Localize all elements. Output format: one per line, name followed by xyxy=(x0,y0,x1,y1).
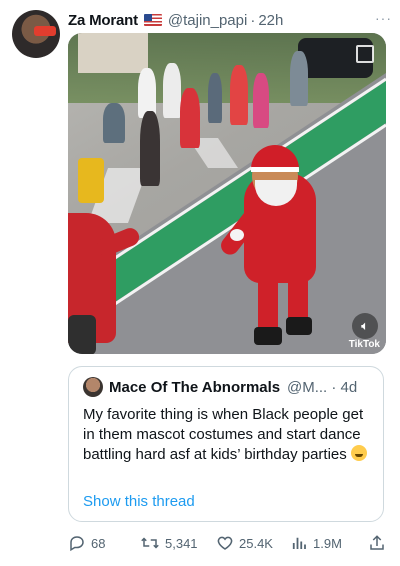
separator: · xyxy=(250,11,256,29)
quoted-tweet-text: My favorite thing is when Black people g… xyxy=(83,405,373,465)
spectator xyxy=(163,63,181,118)
spectator xyxy=(140,111,160,186)
quoted-author-avatar xyxy=(83,377,103,397)
like-count: 25.4K xyxy=(239,535,273,551)
spectator xyxy=(290,51,308,106)
santa-leg xyxy=(258,281,278,331)
us-flag-icon xyxy=(143,14,162,26)
views-icon xyxy=(292,537,306,549)
expand-icon[interactable] xyxy=(356,45,374,63)
quoted-handle-time: @M... · 4d xyxy=(287,379,358,396)
retweet-count: 5,341 xyxy=(165,535,198,551)
author-handle[interactable]: @tajin_papi xyxy=(168,12,247,29)
tiktok-watermark: TikTok xyxy=(348,339,380,350)
santa-glove xyxy=(230,229,244,241)
volume-icon[interactable]: 🔈︎ xyxy=(352,313,378,339)
like-button[interactable]: 25.4K xyxy=(216,532,273,554)
view-count: 1.9M xyxy=(313,535,342,551)
share-icon xyxy=(370,535,384,550)
reply-count: 68 xyxy=(91,535,106,551)
santa-boot xyxy=(254,327,282,345)
more-options-icon[interactable]: ··· xyxy=(375,10,392,26)
heart-icon xyxy=(217,536,233,550)
reply-button[interactable]: 68 xyxy=(68,532,105,554)
laughing-crying-emoji-icon xyxy=(350,445,367,461)
quoted-tweet[interactable]: Macе Of The Abnormals @M... · 4d My favo… xyxy=(68,366,384,522)
tweet-actions: 68 5,341 25.4K 1.9M xyxy=(68,532,384,554)
share-button[interactable] xyxy=(368,532,391,554)
yellow-trash-can xyxy=(78,158,104,203)
reply-icon xyxy=(70,536,84,552)
phone-holder-arm xyxy=(68,315,96,354)
retweet-icon xyxy=(141,537,159,549)
spectator xyxy=(180,88,200,148)
spectator xyxy=(253,73,269,128)
quoted-text-body: My favorite thing is when Black people g… xyxy=(83,406,364,463)
author-avatar[interactable] xyxy=(12,10,60,58)
spectator xyxy=(230,65,248,125)
show-thread-link[interactable]: Show this thread xyxy=(83,493,195,510)
spectator xyxy=(103,103,125,143)
tweet-video[interactable]: 🔈︎ TikTok xyxy=(68,33,386,354)
quoted-author-name: Macе Of The Abnormals xyxy=(109,379,281,396)
author-name[interactable]: Za Morant xyxy=(68,12,138,29)
views-button[interactable]: 1.9M xyxy=(290,532,342,554)
spectator xyxy=(208,73,222,123)
tweet-time[interactable]: 22h xyxy=(258,12,283,29)
tweet-header: Za Morant @tajin_papi · 22h xyxy=(68,10,390,30)
retweet-button[interactable]: 5,341 xyxy=(140,532,198,554)
santa-boot xyxy=(286,317,312,335)
